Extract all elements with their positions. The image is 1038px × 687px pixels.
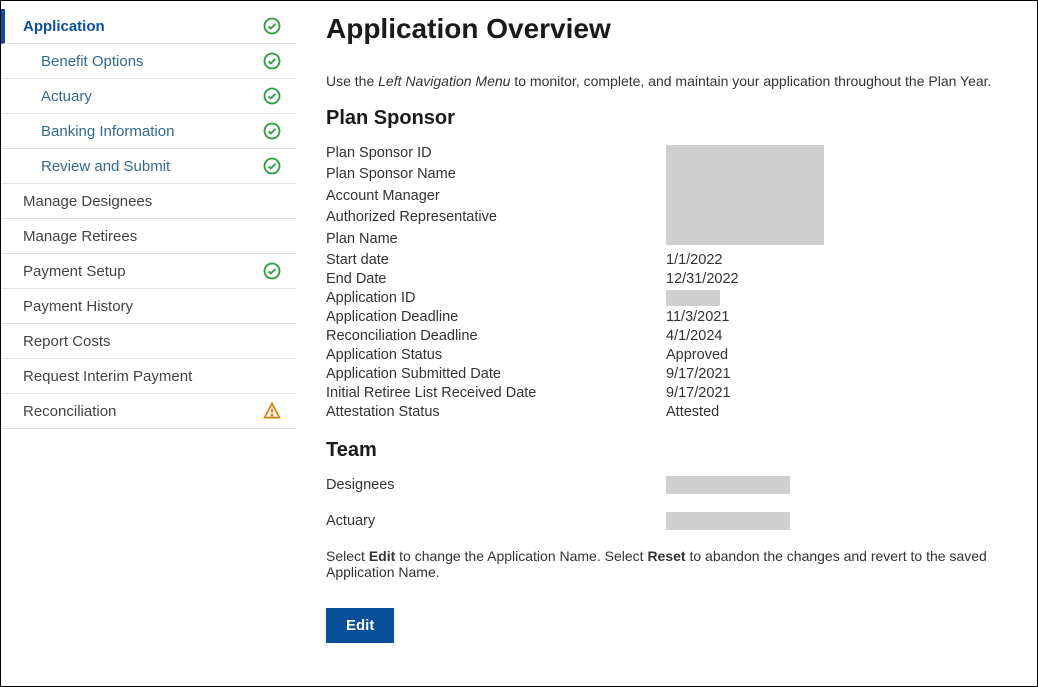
nav-application[interactable]: Application — [1, 9, 296, 44]
field-label: Plan Sponsor Name — [326, 165, 666, 185]
field-value: Attested — [666, 403, 1007, 421]
nav-reconciliation[interactable]: Reconciliation — [1, 394, 296, 429]
nav-label: Application — [23, 18, 105, 35]
field-label: Account Manager — [326, 187, 666, 207]
field-label: Application Status — [326, 346, 666, 364]
field-value: 9/17/2021 — [666, 384, 1007, 402]
nav-label: Reconciliation — [23, 403, 116, 420]
field-value: 1/1/2022 — [666, 251, 1007, 269]
field-label: Attestation Status — [326, 403, 666, 421]
edit-button[interactable]: Edit — [326, 608, 394, 643]
redacted-block — [666, 145, 824, 245]
nav-request-interim-payment[interactable]: Request Interim Payment — [1, 359, 296, 394]
page-title: Application Overview — [326, 13, 1007, 45]
nav-actuary[interactable]: Actuary — [1, 79, 296, 114]
nav-payment-setup[interactable]: Payment Setup — [1, 254, 296, 289]
field-value-redacted — [666, 289, 1007, 307]
left-nav: Application Benefit Options Actuary Bank… — [1, 1, 296, 686]
redacted-block — [666, 290, 720, 306]
field-label: Authorized Representative — [326, 208, 666, 228]
redacted-block — [666, 476, 790, 494]
field-label: Application ID — [326, 289, 666, 307]
nav-label: Request Interim Payment — [23, 368, 192, 385]
nav-label: Banking Information — [41, 123, 174, 140]
field-value: 12/31/2022 — [666, 270, 1007, 288]
nav-manage-designees[interactable]: Manage Designees — [1, 184, 296, 219]
plan-sponsor-grid: Plan Sponsor ID Plan Sponsor Name Accoun… — [326, 144, 1007, 421]
nav-label: Review and Submit — [41, 158, 170, 175]
nav-benefit-options[interactable]: Benefit Options — [1, 44, 296, 79]
nav-label: Manage Designees — [23, 193, 152, 210]
field-value-redacted — [666, 144, 1007, 250]
check-circle-icon — [262, 261, 282, 281]
team-value-redacted — [666, 512, 1007, 530]
nav-banking-information[interactable]: Banking Information — [1, 114, 296, 149]
check-circle-icon — [262, 156, 282, 176]
field-value: 9/17/2021 — [666, 365, 1007, 383]
nav-review-submit[interactable]: Review and Submit — [1, 149, 296, 184]
field-value: Approved — [666, 346, 1007, 364]
field-label: Reconciliation Deadline — [326, 327, 666, 345]
nav-manage-retirees[interactable]: Manage Retirees — [1, 219, 296, 254]
nav-label: Benefit Options — [41, 53, 144, 70]
field-label: End Date — [326, 270, 666, 288]
team-value-redacted — [666, 476, 1007, 494]
redacted-block — [666, 512, 790, 530]
nav-report-costs[interactable]: Report Costs — [1, 324, 296, 359]
field-label: Plan Name — [326, 230, 666, 250]
main-content: Application Overview Use the Left Naviga… — [296, 1, 1037, 686]
nav-label: Actuary — [41, 88, 92, 105]
field-value: 11/3/2021 — [666, 308, 1007, 326]
field-label: Plan Sponsor ID — [326, 144, 666, 164]
field-label: Application Deadline — [326, 308, 666, 326]
team-label: Designees — [326, 477, 666, 493]
check-circle-icon — [262, 86, 282, 106]
app-frame: Application Benefit Options Actuary Bank… — [0, 0, 1038, 687]
team-row-actuary: Actuary — [326, 512, 1007, 530]
intro-text: Use the Left Navigation Menu to monitor,… — [326, 73, 1007, 89]
plan-sponsor-heading: Plan Sponsor — [326, 107, 1007, 130]
check-circle-icon — [262, 121, 282, 141]
check-circle-icon — [262, 51, 282, 71]
nav-label: Manage Retirees — [23, 228, 137, 245]
nav-label: Payment History — [23, 298, 133, 315]
nav-label: Report Costs — [23, 333, 111, 350]
team-label: Actuary — [326, 513, 666, 529]
field-value: 4/1/2024 — [666, 327, 1007, 345]
field-label: Initial Retiree List Received Date — [326, 384, 666, 402]
check-circle-icon — [262, 16, 282, 36]
nav-payment-history[interactable]: Payment History — [1, 289, 296, 324]
field-label: Application Submitted Date — [326, 365, 666, 383]
warning-triangle-icon — [262, 401, 282, 421]
edit-instructions: Select Edit to change the Application Na… — [326, 548, 1007, 580]
team-heading: Team — [326, 439, 1007, 462]
nav-label: Payment Setup — [23, 263, 126, 280]
field-label: Start date — [326, 251, 666, 269]
team-row-designees: Designees — [326, 476, 1007, 494]
